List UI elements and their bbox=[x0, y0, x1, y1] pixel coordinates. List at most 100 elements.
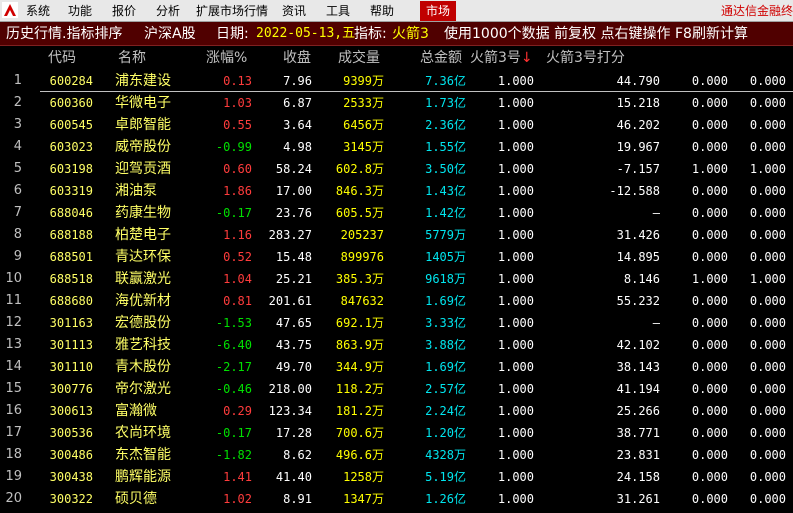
header-change[interactable]: 涨幅% bbox=[206, 46, 266, 70]
volume: 1258万 bbox=[343, 470, 384, 484]
stock-name: 联赢激光 bbox=[115, 271, 171, 287]
indicator-col3: 0.000 bbox=[691, 74, 728, 88]
volume: 385.3万 bbox=[335, 272, 384, 286]
menu-news[interactable]: 资讯 bbox=[282, 0, 306, 22]
table-row[interactable]: 6 603319 湘油泵 1.86 17.00 846.3万 1.43亿 1.0… bbox=[0, 180, 793, 202]
indicator-col4: 0.000 bbox=[749, 338, 786, 352]
close-price: 7.96 bbox=[283, 74, 312, 88]
rocket3-value: 1.000 bbox=[497, 228, 534, 242]
table-row[interactable]: 7 688046 药康生物 -0.17 23.76 605.5万 1.42亿 1… bbox=[0, 202, 793, 224]
rocket3-score: 38.143 bbox=[616, 360, 660, 374]
change-percent: 0.13 bbox=[223, 74, 252, 88]
rocket3-value: 1.000 bbox=[497, 470, 534, 484]
row-index: 20 bbox=[5, 491, 22, 506]
indicator-value[interactable]: 火箭3 bbox=[392, 22, 429, 46]
table-row[interactable]: 14 301110 青木股份 -2.17 49.70 344.9万 1.69亿 … bbox=[0, 356, 793, 378]
indicator-col4: 1.000 bbox=[749, 162, 786, 176]
change-percent: 0.55 bbox=[223, 118, 252, 132]
menu-system[interactable]: 系统 bbox=[26, 0, 50, 22]
menu-function[interactable]: 功能 bbox=[68, 0, 92, 22]
row-index: 11 bbox=[5, 293, 22, 308]
header-code[interactable]: 代码 bbox=[48, 46, 88, 70]
table-row[interactable]: 20 300322 硕贝德 1.02 8.91 1347万 1.26亿 1.00… bbox=[0, 488, 793, 510]
volume: 602.8万 bbox=[335, 162, 384, 176]
total-amount: 1.73亿 bbox=[425, 96, 466, 110]
header-close[interactable]: 收盘 bbox=[283, 46, 323, 70]
table-row[interactable]: 16 300613 富瀚微 0.29 123.34 181.2万 2.24亿 1… bbox=[0, 400, 793, 422]
table-row[interactable]: 9 688501 青达环保 0.52 15.48 899976 1405万 1.… bbox=[0, 246, 793, 268]
menu-help[interactable]: 帮助 bbox=[370, 0, 394, 22]
stock-code: 688046 bbox=[49, 206, 93, 220]
rocket3-score: 31.261 bbox=[616, 492, 660, 506]
menu-analysis[interactable]: 分析 bbox=[156, 0, 180, 22]
total-amount: 1405万 bbox=[425, 250, 466, 264]
stock-name: 威帝股份 bbox=[115, 139, 171, 155]
close-price: 58.24 bbox=[275, 162, 312, 176]
indicator-col4: 0.000 bbox=[749, 184, 786, 198]
stock-code: 600545 bbox=[49, 118, 93, 132]
ranking-table: 代码 名称 涨幅% 收盘 成交量 总金额 火箭3号↓ 火箭3号打分 1 6002… bbox=[0, 46, 793, 510]
table-row[interactable]: 17 300536 农尚环境 -0.17 17.28 700.6万 1.20亿 … bbox=[0, 422, 793, 444]
volume: 846.3万 bbox=[335, 184, 384, 198]
row-index: 16 bbox=[5, 403, 22, 418]
stock-name: 药康生物 bbox=[115, 205, 171, 221]
date-value[interactable]: 2022-05-13,五 bbox=[256, 22, 355, 46]
volume: 496.6万 bbox=[335, 448, 384, 462]
close-price: 6.87 bbox=[283, 96, 312, 110]
menu-quote[interactable]: 报价 bbox=[112, 0, 136, 22]
table-row[interactable]: 12 301163 宏德股份 -1.53 47.65 692.1万 3.33亿 … bbox=[0, 312, 793, 334]
rocket3-value: 1.000 bbox=[497, 338, 534, 352]
rocket3-score: 23.831 bbox=[616, 448, 660, 462]
indicator-col4: 0.000 bbox=[749, 316, 786, 330]
table-row[interactable]: 4 603023 威帝股份 -0.99 4.98 3145万 1.55亿 1.0… bbox=[0, 136, 793, 158]
market-tab[interactable]: 市场 bbox=[420, 1, 457, 21]
close-price: 41.40 bbox=[275, 470, 312, 484]
rocket3-score: 19.967 bbox=[616, 140, 660, 154]
volume: 205237 bbox=[340, 228, 384, 242]
row-index: 10 bbox=[5, 271, 22, 286]
table-row[interactable]: 10 688518 联赢激光 1.04 25.21 385.3万 9618万 1… bbox=[0, 268, 793, 290]
indicator-col3: 0.000 bbox=[691, 316, 728, 330]
row-index: 5 bbox=[13, 161, 22, 176]
menu-tools[interactable]: 工具 bbox=[326, 0, 350, 22]
stock-name: 鹏辉能源 bbox=[115, 469, 171, 485]
table-row[interactable]: 8 688188 柏楚电子 1.16 283.27 205237 5779万 1… bbox=[0, 224, 793, 246]
indicator-col3: 0.000 bbox=[691, 470, 728, 484]
table-row[interactable]: 18 300486 东杰智能 -1.82 8.62 496.6万 4328万 1… bbox=[0, 444, 793, 466]
header-rocket3-score[interactable]: 火箭3号打分 bbox=[546, 46, 646, 70]
market-selector[interactable]: 沪深A股 bbox=[144, 22, 196, 46]
table-row[interactable]: 1 600284 浦东建设 0.13 7.96 9399万 7.36亿 1.00… bbox=[0, 70, 793, 92]
close-price: 123.34 bbox=[268, 404, 312, 418]
row-index: 9 bbox=[13, 249, 22, 264]
table-row[interactable]: 15 300776 帝尔激光 -0.46 218.00 118.2万 2.57亿… bbox=[0, 378, 793, 400]
indicator-col4: 0.000 bbox=[749, 382, 786, 396]
stock-name: 青达环保 bbox=[115, 249, 171, 265]
indicator-col4: 0.000 bbox=[749, 492, 786, 506]
header-amount[interactable]: 总金额 bbox=[420, 46, 470, 70]
header-rocket3[interactable]: 火箭3号↓ bbox=[470, 46, 540, 70]
total-amount: 1.26亿 bbox=[425, 492, 466, 506]
row-index: 12 bbox=[5, 315, 22, 330]
close-price: 8.62 bbox=[283, 448, 312, 462]
table-row[interactable]: 13 301113 雅艺科技 -6.40 43.75 863.9万 3.88亿 … bbox=[0, 334, 793, 356]
rocket3-value: 1.000 bbox=[497, 206, 534, 220]
table-row[interactable]: 5 603198 迎驾贡酒 0.60 58.24 602.8万 3.50亿 1.… bbox=[0, 158, 793, 180]
table-row[interactable]: 19 300438 鹏辉能源 1.41 41.40 1258万 5.19亿 1.… bbox=[0, 466, 793, 488]
indicator-col3: 0.000 bbox=[691, 96, 728, 110]
row-index: 13 bbox=[5, 337, 22, 352]
close-price: 43.75 bbox=[275, 338, 312, 352]
change-percent: -1.82 bbox=[215, 448, 252, 462]
rocket3-score: 31.426 bbox=[616, 228, 660, 242]
stock-code: 603319 bbox=[49, 184, 93, 198]
menu-extended-market[interactable]: 扩展市场行情 bbox=[196, 0, 268, 22]
table-row[interactable]: 11 688680 海优新材 0.81 201.61 847632 1.69亿 … bbox=[0, 290, 793, 312]
header-name[interactable]: 名称 bbox=[118, 46, 198, 70]
table-row[interactable]: 2 600360 华微电子 1.03 6.87 2533万 1.73亿 1.00… bbox=[0, 92, 793, 114]
total-amount: 9618万 bbox=[425, 272, 466, 286]
rocket3-value: 1.000 bbox=[497, 492, 534, 506]
app-logo-icon[interactable] bbox=[2, 2, 18, 18]
volume: 344.9万 bbox=[335, 360, 384, 374]
table-row[interactable]: 3 600545 卓郎智能 0.55 3.64 6456万 2.36亿 1.00… bbox=[0, 114, 793, 136]
header-volume[interactable]: 成交量 bbox=[338, 46, 388, 70]
change-percent: -0.99 bbox=[215, 140, 252, 154]
